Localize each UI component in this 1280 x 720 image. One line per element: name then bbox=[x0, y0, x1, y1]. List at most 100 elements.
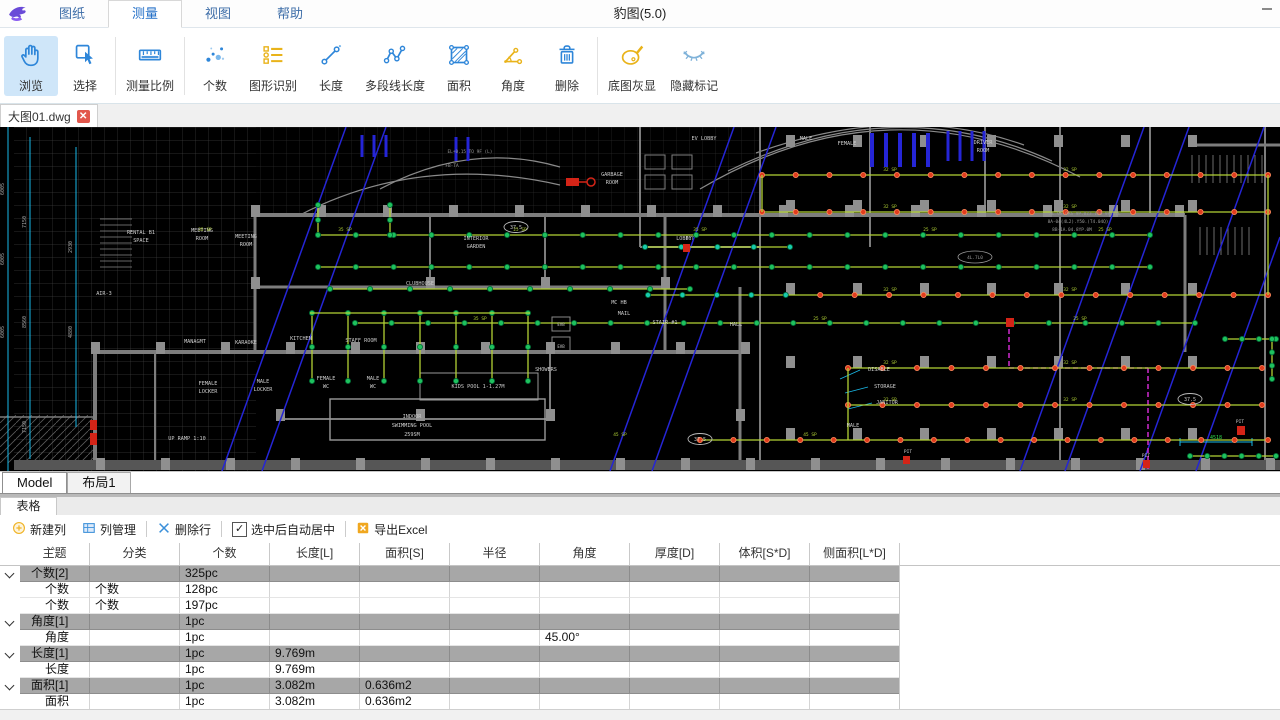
svg-text:45 SP: 45 SP bbox=[803, 432, 817, 438]
svg-text:PIT: PIT bbox=[1236, 419, 1244, 425]
svg-text:25 SP: 25 SP bbox=[1073, 316, 1087, 322]
browse-button[interactable]: 浏览 bbox=[4, 36, 58, 96]
table-row[interactable]: 长度1pc9.769m bbox=[0, 662, 1280, 678]
tab-view[interactable]: 视图 bbox=[182, 1, 254, 27]
polyline-length-button[interactable]: 多段线长度 bbox=[358, 36, 432, 96]
cell-angle bbox=[539, 694, 629, 709]
cell-category: 个数 bbox=[89, 598, 179, 614]
column-header-category[interactable]: 分类 bbox=[89, 543, 179, 565]
svg-text:MAIL: MAIL bbox=[618, 311, 631, 317]
cell-category bbox=[89, 678, 179, 694]
count-button[interactable]: 个数 bbox=[188, 36, 242, 96]
column-header-radius[interactable]: 半径 bbox=[449, 543, 539, 565]
close-document-icon[interactable]: ✕ bbox=[77, 110, 90, 123]
sort-asc-icon: ^ bbox=[51, 543, 55, 561]
svg-text:KITCHEN: KITCHEN bbox=[290, 336, 312, 342]
delete-row-button[interactable]: 删除行 bbox=[151, 519, 217, 540]
cell-area: 0.636m2 bbox=[359, 694, 449, 709]
column-header-count[interactable]: 个数 bbox=[179, 543, 269, 565]
table-row[interactable]: 个数个数128pc bbox=[0, 582, 1280, 598]
cell-volume bbox=[719, 630, 809, 646]
svg-text:32 SP: 32 SP bbox=[1063, 360, 1077, 366]
chevron-down-icon[interactable] bbox=[5, 649, 15, 659]
table-row[interactable]: 个数[2]325pc bbox=[0, 566, 1280, 582]
svg-text:MALE: MALE bbox=[257, 379, 270, 385]
svg-text:ROOM: ROOM bbox=[977, 148, 990, 154]
table-panel-tab[interactable]: 表格 bbox=[0, 497, 57, 515]
cell-length bbox=[269, 630, 359, 646]
new-column-button[interactable]: 新建列 bbox=[6, 519, 72, 540]
cad-canvas[interactable]: 37.537.537.5RENTAL B1SPACEMEETINGROOMMEE… bbox=[0, 127, 1280, 471]
new-column-label: 新建列 bbox=[30, 521, 66, 538]
chevron-down-icon[interactable] bbox=[5, 617, 15, 627]
chevron-down-icon[interactable] bbox=[5, 569, 15, 579]
area-label: 面积 bbox=[447, 77, 471, 94]
area-button[interactable]: 面积 bbox=[432, 36, 486, 96]
cell-angle bbox=[539, 598, 629, 614]
shape-recognition-label: 图形识别 bbox=[249, 77, 297, 94]
tab-help[interactable]: 帮助 bbox=[254, 1, 326, 27]
svg-text:EVB: EVB bbox=[557, 344, 565, 349]
angle-button[interactable]: 角度 bbox=[486, 36, 540, 96]
table-row[interactable]: 面积1pc3.082m0.636m2 bbox=[0, 694, 1280, 709]
column-manager-button[interactable]: 列管理 bbox=[76, 519, 142, 540]
svg-text:CLUBHOUSE: CLUBHOUSE bbox=[406, 281, 434, 287]
select-button[interactable]: 选择 bbox=[58, 36, 112, 96]
table-row[interactable]: 个数个数197pc bbox=[0, 598, 1280, 614]
svg-text:ROOM: ROOM bbox=[196, 236, 209, 242]
column-header-area[interactable]: 面积[S] bbox=[359, 543, 449, 565]
svg-text:GARBAGE: GARBAGE bbox=[601, 172, 623, 178]
cell-area bbox=[359, 614, 449, 630]
chevron-down-icon[interactable] bbox=[5, 681, 15, 691]
sheet-tab-model[interactable]: Model bbox=[2, 472, 67, 493]
length-button[interactable]: 长度 bbox=[304, 36, 358, 96]
tab-measure[interactable]: 测量 bbox=[108, 0, 182, 28]
svg-text:EL+0.15 TO 9F (L): EL+0.15 TO 9F (L) bbox=[448, 149, 493, 155]
svg-text:35 SP: 35 SP bbox=[473, 316, 487, 322]
svg-text:MANAGMT: MANAGMT bbox=[184, 339, 206, 345]
tab-drawing[interactable]: 图纸 bbox=[36, 1, 108, 27]
toolbar-separator bbox=[146, 521, 147, 537]
column-header-side[interactable]: 侧面积[L*D] bbox=[809, 543, 899, 565]
column-header-angle[interactable]: 角度 bbox=[539, 543, 629, 565]
table-header: 主题^分类个数长度[L]面积[S]半径角度厚度[D]体积[S*D]侧面积[L*D… bbox=[0, 543, 1280, 566]
column-header-volume[interactable]: 体积[S*D] bbox=[719, 543, 809, 565]
cell-angle: 45.00° bbox=[539, 630, 629, 646]
cell-area bbox=[359, 662, 449, 678]
sheet-tab-layout1[interactable]: 布局1 bbox=[67, 472, 130, 493]
checkbox-checked-icon[interactable]: ✓ bbox=[232, 522, 247, 537]
select-label: 选择 bbox=[73, 77, 97, 94]
polyline-icon bbox=[380, 40, 410, 75]
column-header-subject[interactable]: 主题^ bbox=[20, 543, 89, 565]
auto-center-checkbox[interactable]: ✓ 选中后自动居中 bbox=[226, 519, 341, 540]
svg-text:LOCKER: LOCKER bbox=[199, 389, 219, 395]
svg-text:ROOM: ROOM bbox=[240, 242, 253, 248]
column-header-thickness[interactable]: 厚度[D] bbox=[629, 543, 719, 565]
table-row[interactable]: 面积[1]1pc3.082m0.636m2 bbox=[0, 678, 1280, 694]
export-excel-button[interactable]: 导出Excel bbox=[350, 519, 433, 540]
hide-marks-button[interactable]: 隐藏标记 bbox=[663, 36, 725, 96]
table-row[interactable]: 角度[1]1pc bbox=[0, 614, 1280, 630]
minimize-button[interactable] bbox=[1262, 8, 1272, 10]
column-header-length[interactable]: 长度[L] bbox=[269, 543, 359, 565]
svg-text:32 SP: 32 SP bbox=[1063, 204, 1077, 210]
svg-text:8560: 8560 bbox=[22, 316, 28, 328]
cell-subject: 个数 bbox=[20, 582, 89, 598]
delete-button[interactable]: 删除 bbox=[540, 36, 594, 96]
cell-side bbox=[809, 630, 899, 646]
svg-text:35 SP: 35 SP bbox=[693, 227, 707, 233]
measurement-table[interactable]: 主题^分类个数长度[L]面积[S]半径角度厚度[D]体积[S*D]侧面积[L*D… bbox=[0, 543, 1280, 709]
svg-text:FEMALE: FEMALE bbox=[317, 376, 336, 382]
table-row[interactable]: 角度1pc45.00° bbox=[0, 630, 1280, 646]
cell-category bbox=[89, 646, 179, 662]
shape-recognition-button[interactable]: 图形识别 bbox=[242, 36, 304, 96]
svg-text:32 SP: 32 SP bbox=[1063, 287, 1077, 293]
svg-text:DRIVER: DRIVER bbox=[974, 140, 994, 146]
table-row[interactable]: 长度[1]1pc9.769m bbox=[0, 646, 1280, 662]
measure-scale-button[interactable]: 测量比例 bbox=[119, 36, 181, 96]
document-tab[interactable]: 大图01.dwg ✕ bbox=[0, 104, 98, 127]
dim-background-button[interactable]: 底图灰显 bbox=[601, 36, 663, 96]
cell-count: 325pc bbox=[179, 566, 269, 582]
cell-angle bbox=[539, 646, 629, 662]
cell-volume bbox=[719, 678, 809, 694]
